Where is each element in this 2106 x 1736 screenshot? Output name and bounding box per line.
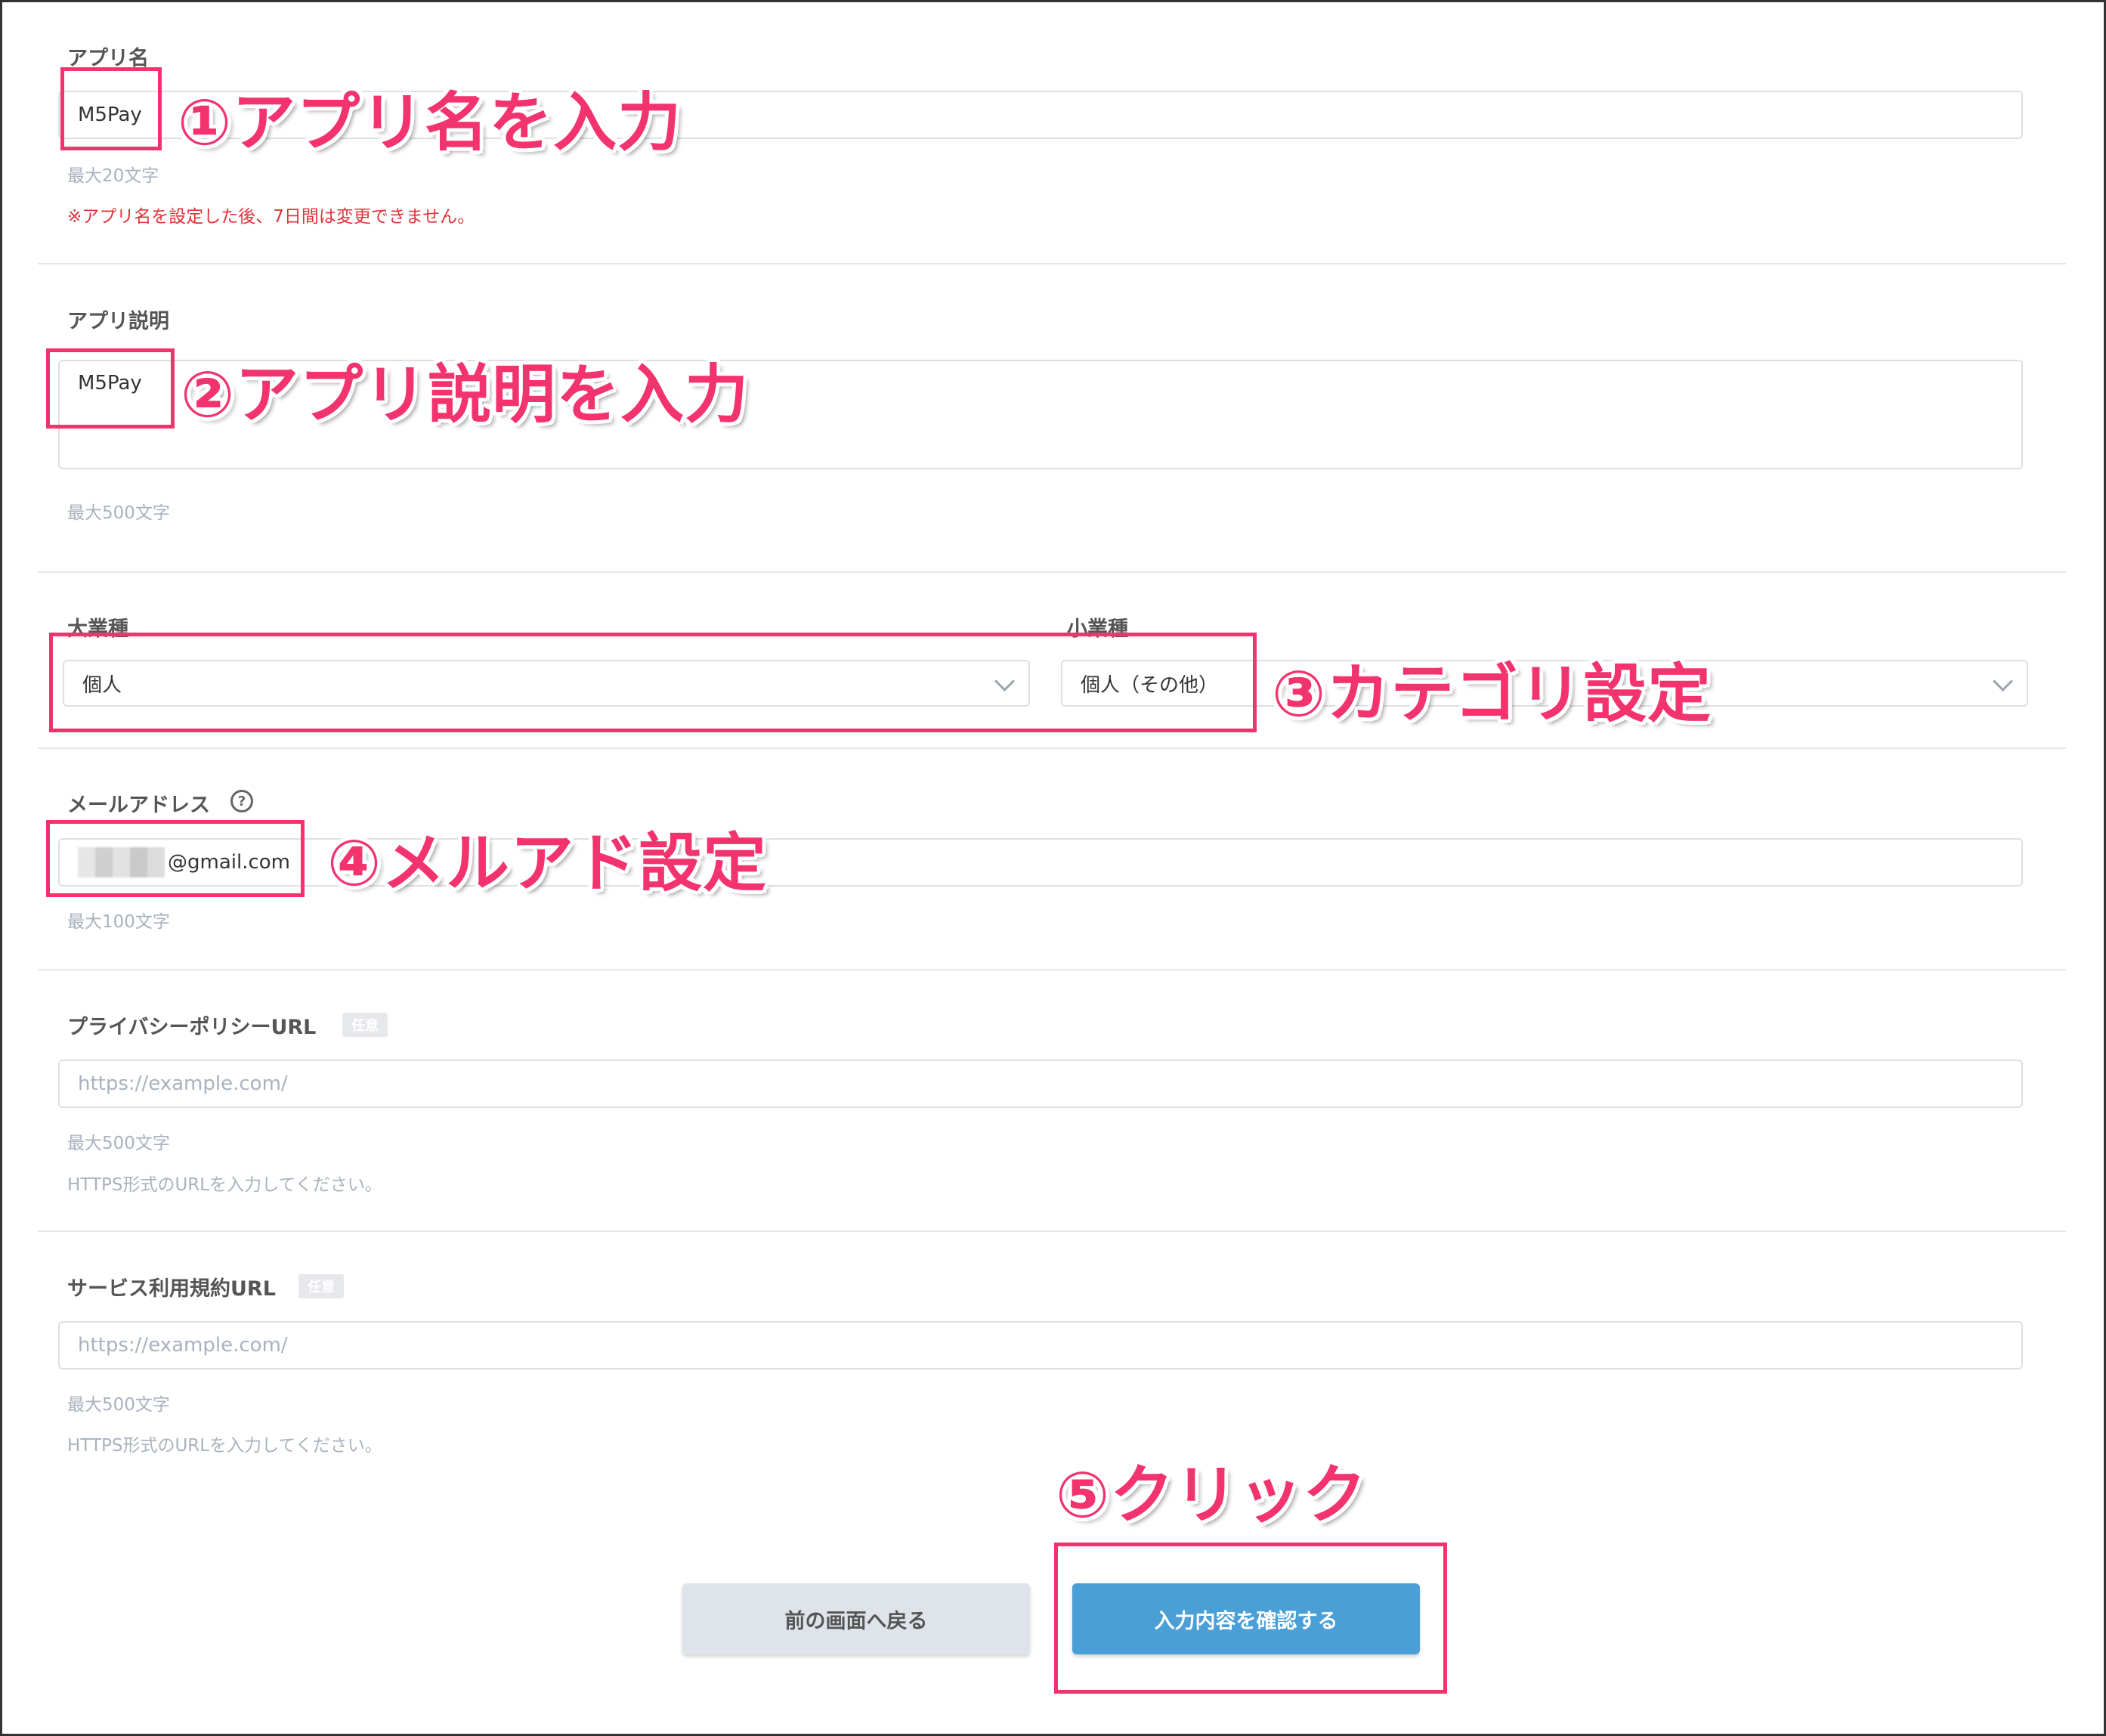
highlight-box-app-name [60, 67, 162, 150]
form-page: アプリ名 M5Pay 最大20文字 ※アプリ名を設定した後、7日間は変更できませ… [0, 0, 2106, 1736]
annotation-step3: ③カテゴリ設定 [1272, 657, 1712, 731]
privacy-url-hint: 最大500文字 [67, 1134, 170, 1153]
app-name-warning: ※アプリ名を設定した後、7日間は変更できません。 [67, 207, 475, 227]
app-description-hint: 最大500文字 [67, 503, 170, 523]
annotation-step1: ①アプリ名を入力 [178, 85, 682, 159]
divider [38, 571, 2066, 573]
optional-badge: 任意 [298, 1274, 344, 1298]
privacy-url-label: プライバシーポリシーURL [67, 1016, 317, 1039]
annotation-step2: ②アプリ説明を入力 [181, 357, 750, 432]
highlight-box-email [46, 820, 305, 897]
back-button[interactable]: 前の画面へ戻る [682, 1583, 1030, 1654]
terms-url-label: サービス利用規約URL [67, 1277, 276, 1301]
help-icon[interactable]: ? [230, 790, 253, 812]
privacy-url-hint-https: HTTPS形式のURLを入力してください。 [67, 1175, 382, 1195]
email-label: メールアドレス [67, 794, 210, 817]
divider [38, 263, 2066, 265]
email-hint: 最大100文字 [67, 912, 170, 932]
app-name-hint: 最大20文字 [67, 166, 159, 186]
highlight-box-app-description [46, 348, 175, 429]
annotation-step4: ④メルアド設定 [327, 826, 768, 900]
chevron-down-icon [1993, 671, 2013, 692]
highlight-box-category [49, 633, 1257, 732]
app-description-label: アプリ説明 [67, 310, 169, 333]
terms-url-hint: 最大500文字 [67, 1395, 170, 1415]
optional-badge: 任意 [342, 1013, 388, 1037]
terms-url-hint-https: HTTPS形式のURLを入力してください。 [67, 1436, 382, 1456]
divider [38, 1230, 2066, 1232]
divider [38, 969, 2066, 970]
divider [38, 747, 2066, 749]
annotation-step5: ⑤クリック [1056, 1458, 1368, 1532]
terms-url-input[interactable]: https://example.com/ [58, 1321, 2023, 1369]
privacy-url-input[interactable]: https://example.com/ [58, 1060, 2023, 1108]
highlight-box-confirm [1054, 1543, 1447, 1694]
